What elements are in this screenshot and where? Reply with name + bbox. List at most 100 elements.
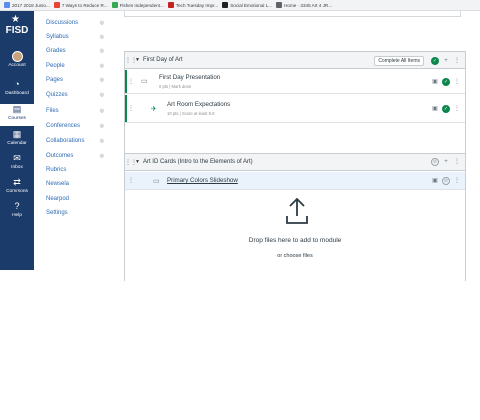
course-nav: Discussions ◎ Syllabus ◎ Grades ◎ People ◎ P… <box>34 11 106 270</box>
published-check-icon[interactable]: ✓ <box>442 78 450 86</box>
requirement-button[interactable]: Complete All Items <box>374 56 424 66</box>
module-item[interactable]: ⋮ ✈ Art Room Expectations 10 pts | Score… <box>125 95 465 123</box>
add-icon[interactable]: + <box>442 158 450 166</box>
course-nav-item-people[interactable]: People ◎ <box>46 60 104 72</box>
module-art-id-cards: ⋮⋮ ▼ Art ID Cards (Intro to the Elements… <box>124 153 466 420</box>
course-nav-item-pages[interactable]: Pages ◎ <box>46 74 104 86</box>
global-nav-commons[interactable]: ⇄ Commons <box>0 177 34 197</box>
course-nav-label: Syllabus <box>46 34 69 40</box>
eye-off-icon: ◎ <box>99 20 104 26</box>
bookmark[interactable]: Fishes Independent... <box>111 0 164 10</box>
star-icon: ★ <box>11 14 20 25</box>
course-nav-label: People <box>46 63 65 69</box>
course-nav-item-rubrics[interactable]: Rubrics <box>46 164 104 176</box>
global-nav-calendar[interactable]: ▦ Calendar <box>0 129 34 149</box>
course-nav-item-conferences[interactable]: Conferences ◎ <box>46 120 104 132</box>
item-meta: 0 pts | Mark done <box>159 84 192 89</box>
bookmark[interactable]: Tech Tuesday Impr... <box>167 0 218 10</box>
course-nav-item-nearpod[interactable]: Nearpod <box>46 193 104 205</box>
global-nav-account[interactable]: Account <box>0 51 34 71</box>
module-header[interactable]: ⋮⋮ ▼ Art ID Cards (Intro to the Elements… <box>125 154 465 171</box>
published-indicator <box>125 95 127 122</box>
previous-module-edge <box>124 11 461 17</box>
course-nav-item-discussions[interactable]: Discussions ◎ <box>46 17 104 29</box>
mastery-paths-icon[interactable]: ▣ <box>431 78 439 86</box>
global-nav-help[interactable]: ? Help <box>0 201 34 221</box>
course-nav-item-syllabus[interactable]: Syllabus ◎ <box>46 31 104 43</box>
mastery-paths-icon[interactable]: ▣ <box>431 177 439 185</box>
course-nav-label: Pages <box>46 77 64 83</box>
global-nav-label: Inbox <box>11 165 23 170</box>
bookmark[interactable]: 2017 2018 Junio... <box>4 0 50 10</box>
bookmark-favicon-icon <box>53 2 60 8</box>
course-nav-label: Conferences <box>46 123 81 129</box>
bookmark-favicon-icon <box>222 2 229 8</box>
global-nav-dashboard[interactable]: ◔ Dashboard <box>0 79 34 99</box>
drag-handle-icon[interactable]: ⋮⋮ <box>125 159 137 166</box>
global-nav-courses[interactable]: ▤ Courses <box>0 104 34 126</box>
bookmark-favicon-icon <box>4 2 10 8</box>
course-nav-item-newsela[interactable]: Newsela <box>46 178 104 190</box>
more-options-icon[interactable]: ⋮ <box>453 105 461 113</box>
more-options-icon[interactable]: ⋮ <box>453 158 461 166</box>
drag-handle-icon[interactable]: ⋮⋮ <box>125 57 137 64</box>
global-nav-label: Help <box>12 213 22 218</box>
published-check-icon[interactable]: ✓ <box>431 57 439 65</box>
course-nav-item-settings[interactable]: Settings <box>46 207 104 219</box>
eye-off-icon: ◎ <box>99 77 104 83</box>
eye-off-icon: ◎ <box>99 108 104 114</box>
unpublished-icon[interactable]: ⊘ <box>442 177 450 185</box>
course-nav-label: Collaborations <box>46 138 85 144</box>
drag-handle-icon[interactable]: ⋮ <box>128 105 134 112</box>
published-check-icon[interactable]: ✓ <box>442 105 450 113</box>
avatar <box>11 51 23 62</box>
eye-off-icon: ◎ <box>99 48 104 54</box>
fisd-logo[interactable]: ★ FISD <box>2 15 32 39</box>
quiz-icon: ✈ <box>151 106 157 113</box>
bookmark[interactable]: Social Emotional L... <box>222 0 272 10</box>
file-drop-zone[interactable]: Drop files here to add to module or choo… <box>125 190 465 420</box>
help-icon: ? <box>14 201 20 211</box>
bookmark[interactable]: 7 Ways to Reduce R... <box>53 0 108 10</box>
more-options-icon[interactable]: ⋮ <box>453 57 461 65</box>
module-actions: Complete All Items ✓ + ⋮ <box>374 56 461 66</box>
bookmark-favicon-icon <box>111 2 118 8</box>
module-header[interactable]: ⋮⋮ ▼ First Day of Art Complete All Items… <box>125 52 465 69</box>
caret-down-icon[interactable]: ▼ <box>135 57 140 63</box>
course-nav-item-files[interactable]: Files ◎ <box>46 105 104 117</box>
bookmark-label: 2017 2018 Junio... <box>12 2 50 8</box>
course-nav-item-grades[interactable]: Grades ◎ <box>46 45 104 57</box>
item-title[interactable]: Art Room Expectations <box>167 101 230 108</box>
more-options-icon[interactable]: ⋮ <box>453 78 461 86</box>
course-nav-label: Newsela <box>46 181 70 187</box>
course-nav-label: Quizzes <box>46 92 68 98</box>
module-first-day-of-art: ⋮⋮ ▼ First Day of Art Complete All Items… <box>124 51 466 154</box>
global-nav-label: Courses <box>8 116 26 121</box>
drag-handle-icon[interactable]: ⋮ <box>128 78 134 85</box>
eye-off-icon: ◎ <box>99 123 104 129</box>
caret-down-icon[interactable]: ▼ <box>135 159 140 165</box>
course-nav-label: Nearpod <box>46 196 70 202</box>
unpublished-icon[interactable]: ⊘ <box>431 158 439 166</box>
bookmark[interactable]: Home · 3345 Art 4 JR... <box>276 0 332 10</box>
course-nav-label: Outcomes <box>46 153 74 159</box>
course-nav-item-collaborations[interactable]: Collaborations ◎ <box>46 135 104 147</box>
more-options-icon[interactable]: ⋮ <box>453 177 461 185</box>
drop-files-text: Drop files here to add to module <box>248 237 342 244</box>
global-nav: ★ FISD Account ◔ Dashboard ▤ Courses ▦ C… <box>0 11 34 270</box>
mastery-paths-icon[interactable]: ▣ <box>431 105 439 113</box>
courses-icon: ▤ <box>12 104 22 114</box>
global-nav-inbox[interactable]: ✉ Inbox <box>0 153 34 173</box>
module-item[interactable]: ⋮ ▭ First Day Presentation 0 pts | Mark … <box>125 70 465 94</box>
choose-files-link[interactable]: or choose files <box>125 253 465 259</box>
bookmark-favicon-icon <box>276 2 283 8</box>
drag-handle-icon[interactable]: ⋮ <box>128 177 134 184</box>
course-nav-item-quizzes[interactable]: Quizzes ◎ <box>46 89 104 101</box>
item-title[interactable]: First Day Presentation <box>159 74 220 81</box>
course-nav-item-outcomes[interactable]: Outcomes ◎ <box>46 150 104 162</box>
item-actions: ▣ ⊘ ⋮ <box>428 177 461 185</box>
add-icon[interactable]: + <box>442 57 450 65</box>
item-title[interactable]: Primary Colors Slideshow <box>167 177 238 184</box>
eye-off-icon: ◎ <box>99 153 104 159</box>
module-item[interactable]: ⋮ ▭ Primary Colors Slideshow ▣ ⊘ ⋮ <box>125 172 465 190</box>
